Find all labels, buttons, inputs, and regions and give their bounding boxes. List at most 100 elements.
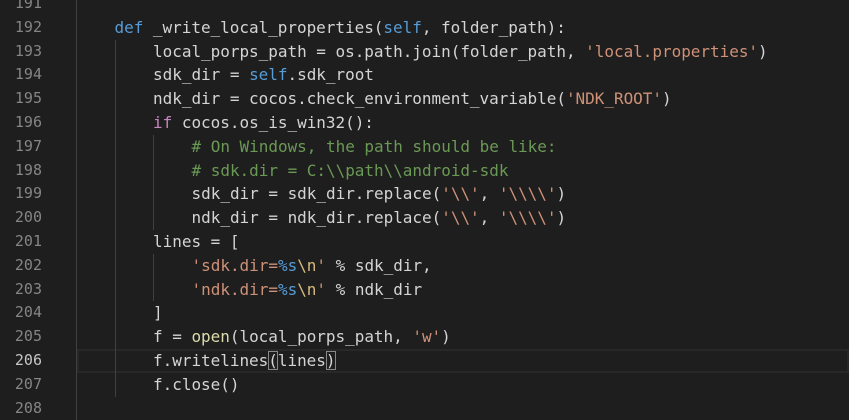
code-line[interactable]: 208 (0, 396, 849, 420)
line-number: 200 (14, 208, 42, 227)
line-number: 202 (14, 255, 42, 274)
indent-guide (153, 134, 155, 159)
indent-guide (76, 206, 77, 230)
code-line[interactable]: 197 # On Windows, the path should be like… (0, 134, 849, 159)
token-str: 'ndk.dir= (191, 279, 278, 299)
indent-guide (76, 63, 77, 88)
code-line[interactable]: 199 sdk_dir = sdk_dir.replace('\\', '\\\\… (0, 182, 849, 207)
line-number: 206 (14, 350, 42, 369)
code-text[interactable]: local_porps_path = os.path.join(folder_p… (153, 40, 768, 64)
line-number: 203 (14, 279, 42, 298)
code-line[interactable]: 196 if cocos.os_is_win32(): (0, 110, 849, 135)
indent-guide (76, 158, 77, 183)
token-kw: def (114, 17, 144, 37)
indent-guide (76, 348, 77, 373)
indent-guide (76, 396, 77, 420)
code-text[interactable]: ndk_dir = ndk_dir.replace('\\', '\\\\') (192, 206, 567, 230)
line-number: 196 (14, 112, 42, 131)
token-str: '\\\\' (498, 184, 557, 204)
line-number: 201 (14, 231, 42, 250)
code-text[interactable]: sdk_dir = self.sdk_root (153, 63, 374, 87)
indent-guide (114, 301, 116, 326)
code-text[interactable]: f = open(local_porps_path, 'w') (153, 325, 451, 349)
indent-guide (114, 87, 116, 111)
token-fmt: %s (277, 255, 298, 275)
code-line[interactable]: 193 local_porps_path = os.path.join(folde… (0, 39, 849, 64)
code-line[interactable]: 201 lines = [ (0, 229, 849, 254)
code-text[interactable]: # sdk.dir = C:\\path\\android-sdk (192, 159, 509, 183)
indent-guide (76, 301, 77, 326)
code-line[interactable]: 207 f.close() (0, 372, 849, 397)
line-number: 205 (14, 327, 42, 346)
token-fmt: %s (277, 279, 298, 299)
token-ctrl: if (153, 112, 173, 132)
token-txt: sdk_dir = (153, 65, 250, 85)
token-txt: ] (153, 303, 163, 323)
code-line[interactable]: 200 ndk_dir = ndk_dir.replace('\\', '\\\\… (0, 206, 849, 230)
token-txt: ndk_dir = cocos.check_environment_variab… (153, 89, 566, 109)
indent-guide (76, 182, 77, 207)
indent-guide (76, 277, 77, 302)
token-br: ( (268, 350, 278, 370)
code-line[interactable]: 203 'ndk.dir=%s\n' % ndk_dir (0, 277, 849, 302)
token-txt: % sdk_dir, (326, 255, 432, 275)
code-line[interactable]: 195 ndk_dir = cocos.check_environment_var… (0, 87, 849, 111)
code-text[interactable]: ] (153, 301, 163, 325)
indent-guide (114, 110, 116, 135)
code-line[interactable]: 205 f = open(local_porps_path, 'w') (0, 325, 849, 349)
code-line[interactable]: 204] (0, 301, 849, 326)
code-line[interactable]: 192 def _write_local_properties(self, fol… (0, 15, 849, 40)
code-text[interactable]: # On Windows, the path should be like: (192, 135, 557, 159)
token-str: 'w' (412, 327, 442, 347)
code-editor[interactable]: 191 192 def _write_local_properties(self, … (0, 0, 849, 420)
token-txt: lines (277, 350, 326, 370)
token-txt: sdk_dir = sdk_dir.replace( (191, 184, 442, 204)
token-str: ' (316, 279, 327, 299)
code-line[interactable]: 194 sdk_dir = self.sdk_root (0, 63, 849, 88)
token-txt: _write_local_properties( (143, 17, 384, 37)
token-txt: ) (556, 208, 567, 228)
code-text[interactable]: f.close() (153, 373, 239, 397)
code-text[interactable]: def _write_local_properties(self, folder… (115, 16, 566, 40)
indent-guide (76, 87, 77, 111)
code-text[interactable]: 'sdk.dir=%s\n' % sdk_dir, (192, 254, 432, 278)
indent-guide (114, 348, 116, 373)
code-line[interactable]: 198 # sdk.dir = C:\\path\\android-sdk (0, 158, 849, 183)
token-cmt: # On Windows, the path should be like: (191, 136, 557, 156)
code-text[interactable]: lines = [ (153, 230, 239, 254)
indent-guide (114, 229, 116, 254)
indent-guide (114, 277, 116, 302)
token-str: '\\' (441, 184, 480, 204)
line-number: 194 (14, 65, 42, 84)
token-txt: (local_porps_path, (229, 327, 413, 347)
token-self: self (383, 17, 422, 37)
line-number: 195 (14, 89, 42, 108)
code-text[interactable]: 'ndk.dir=%s\n' % ndk_dir (192, 278, 423, 302)
line-number: 199 (14, 184, 42, 203)
indent-guide (114, 206, 116, 230)
code-text[interactable]: if cocos.os_is_win32(): (153, 111, 374, 135)
token-txt: , (479, 208, 499, 228)
indent-guide (153, 277, 155, 302)
code-line[interactable]: 206 f.writelines(lines) (0, 348, 849, 373)
code-text[interactable]: ndk_dir = cocos.check_environment_variab… (153, 87, 672, 111)
line-number: 192 (14, 17, 42, 36)
token-txt: f.writelines (153, 350, 269, 370)
line-number: 193 (14, 41, 42, 60)
token-txt: % ndk_dir (326, 279, 423, 299)
indent-guide (76, 325, 77, 349)
line-number: 207 (14, 374, 42, 393)
code-line[interactable]: 202 'sdk.dir=%s\n' % sdk_dir, (0, 253, 849, 278)
token-esc: \n (297, 255, 317, 275)
indent-guide (76, 253, 77, 278)
code-line[interactable]: 191 (0, 0, 849, 16)
token-txt: local_porps_path = os.path.join(folder_p… (153, 41, 586, 61)
indent-guide (76, 39, 77, 64)
token-str: ' (316, 255, 327, 275)
token-txt: lines = [ (153, 231, 240, 251)
code-text[interactable]: sdk_dir = sdk_dir.replace('\\', '\\\\') (192, 182, 567, 206)
indent-guide (153, 182, 155, 207)
code-text[interactable]: f.writelines(lines) (153, 349, 336, 373)
indent-guide (153, 206, 155, 230)
indent-guide (76, 110, 77, 135)
